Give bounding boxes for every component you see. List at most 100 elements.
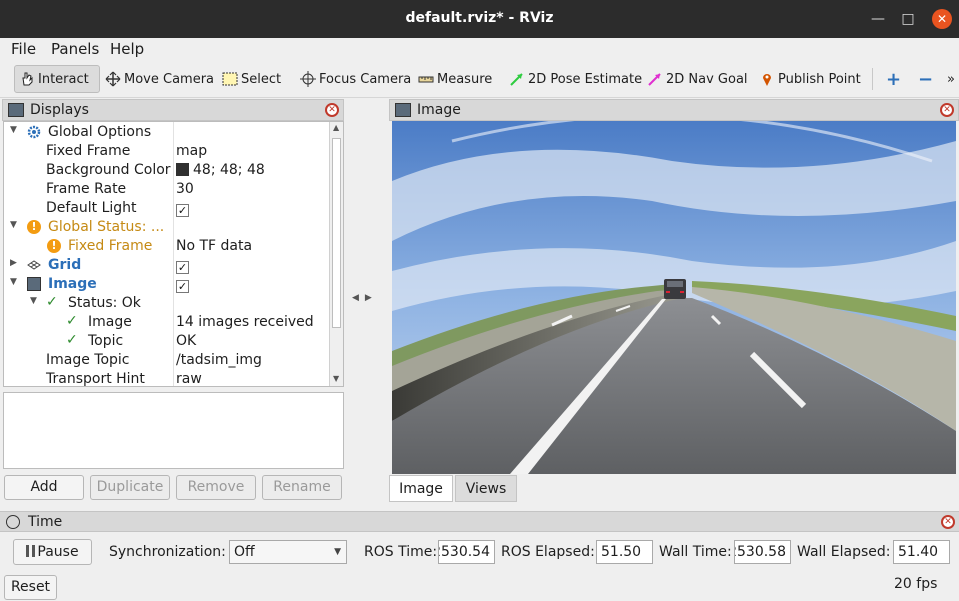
tree-row-status-fixed-frame[interactable]: ! Fixed Frame No TF data [4, 237, 331, 256]
wall-elapsed-label: Wall Elapsed: [797, 544, 891, 560]
status-image-value: 14 images received [176, 314, 314, 330]
transport-hint-value[interactable]: raw [176, 371, 202, 386]
pause-icon [26, 545, 36, 557]
checkmark-icon: ✓ [66, 332, 78, 348]
focus-camera-tool-button[interactable]: Focus Camera [296, 65, 415, 93]
add-button[interactable]: Add [4, 475, 84, 500]
background-color-text: 48; 48; 48 [193, 162, 265, 178]
publish-point-icon [759, 71, 775, 87]
measure-tool-label: Measure [437, 71, 493, 87]
status-image-label: Image [88, 314, 132, 330]
synchronization-value: Off [234, 544, 255, 560]
focus-camera-tool-label: Focus Camera [319, 71, 412, 87]
tree-row-global-options[interactable]: ▼ Global Options [4, 123, 331, 142]
toolbar-overflow-button[interactable]: » [943, 65, 959, 93]
tree-row-status-topic[interactable]: ✓ Topic OK [4, 332, 331, 351]
tree-row-grid[interactable]: ▶ Grid ✓ [4, 256, 331, 275]
select-tool-button[interactable]: Select [218, 65, 285, 93]
menu-panels[interactable]: Panels [51, 40, 99, 58]
transport-hint-label: Transport Hint [46, 371, 145, 387]
tree-row-fixed-frame[interactable]: Fixed Frame map [4, 142, 331, 161]
minimize-icon[interactable]: — [868, 9, 888, 29]
tree-row-transport-hint[interactable]: Transport Hint raw [4, 370, 331, 387]
time-panel-close-icon[interactable]: ✕ [941, 515, 955, 529]
expand-arrow-icon[interactable]: ▼ [30, 296, 37, 306]
default-light-label: Default Light [46, 200, 137, 216]
maximize-icon[interactable]: □ [898, 9, 918, 29]
displays-panel-header: Displays ✕ [2, 99, 344, 121]
synchronization-label: Synchronization: [109, 544, 226, 560]
image-panel-close-icon[interactable]: ✕ [940, 103, 954, 117]
toolbar-separator [872, 68, 873, 90]
tree-row-status-ok[interactable]: ▼ ✓ Status: Ok [4, 294, 331, 313]
displays-close-icon[interactable]: ✕ [325, 103, 339, 117]
chevron-down-icon: ▼ [334, 547, 341, 557]
image-topic-value[interactable]: /tadsim_img [176, 352, 262, 368]
ros-elapsed-field[interactable]: 51.50 [596, 540, 653, 564]
status-fixed-frame-label: Fixed Frame [68, 238, 153, 254]
scroll-up-icon[interactable]: ▲ [333, 123, 339, 132]
pose-estimate-tool-button[interactable]: 2D Pose Estimate [505, 65, 646, 93]
duplicate-button[interactable]: Duplicate [90, 475, 170, 500]
nav-goal-tool-button[interactable]: 2D Nav Goal [643, 65, 752, 93]
ros-time-field[interactable]: 2530.54 [438, 540, 495, 564]
wall-time-label: Wall Time: [659, 544, 732, 560]
default-light-checkbox[interactable]: ✓ [176, 202, 189, 218]
synchronization-select[interactable]: Off ▼ [229, 540, 347, 564]
collapse-arrow-icon[interactable]: ▶ [10, 258, 17, 268]
measure-tool-button[interactable]: Measure [414, 65, 496, 93]
tree-row-frame-rate[interactable]: Frame Rate 30 [4, 180, 331, 199]
menu-help[interactable]: Help [110, 40, 144, 58]
pose-estimate-icon [509, 71, 525, 87]
grid-checkbox[interactable]: ✓ [176, 259, 189, 275]
move-camera-tool-button[interactable]: Move Camera [101, 65, 218, 93]
checkmark-icon: ✓ [66, 313, 78, 329]
time-panel-title: Time [28, 513, 63, 530]
status-ok-label: Status: Ok [68, 295, 141, 311]
camera-image-view[interactable] [392, 121, 956, 474]
grid-icon [27, 258, 41, 272]
tree-row-global-status[interactable]: ▼ ! Global Status: ... [4, 218, 331, 237]
background-color-value[interactable]: 48; 48; 48 [176, 162, 265, 178]
warning-icon: ! [47, 239, 61, 253]
close-icon[interactable]: ✕ [932, 9, 952, 29]
warning-icon: ! [27, 220, 41, 234]
tab-views[interactable]: Views [455, 475, 517, 502]
frame-rate-label: Frame Rate [46, 181, 127, 197]
tree-row-default-light[interactable]: Default Light ✓ [4, 199, 331, 218]
expand-arrow-icon[interactable]: ▼ [10, 220, 17, 230]
panel-splitter-handle[interactable]: ◀▶ [352, 293, 378, 303]
fixed-frame-label: Fixed Frame [46, 143, 131, 159]
remove-button[interactable]: Remove [176, 475, 256, 500]
displays-scrollbar[interactable]: ▲ ▼ [329, 122, 343, 386]
reset-button[interactable]: Reset [4, 575, 57, 600]
remove-tool-button[interactable]: − [914, 65, 937, 93]
interact-tool-button[interactable]: Interact [14, 65, 100, 93]
scrollbar-thumb[interactable] [332, 138, 341, 328]
scroll-down-icon[interactable]: ▼ [333, 374, 339, 383]
fixed-frame-value[interactable]: map [176, 143, 207, 159]
background-color-label: Background Color [46, 162, 171, 178]
tree-row-image[interactable]: ▼ Image ✓ [4, 275, 331, 294]
rename-button[interactable]: Rename [262, 475, 342, 500]
wall-elapsed-field[interactable]: 51.40 [893, 540, 950, 564]
tree-row-status-image[interactable]: ✓ Image 14 images received [4, 313, 331, 332]
tree-row-background-color[interactable]: Background Color 48; 48; 48 [4, 161, 331, 180]
pause-button-label: Pause [37, 544, 79, 560]
tab-image[interactable]: Image [389, 475, 453, 502]
displays-tree[interactable]: ▼ Global Options Fixed Frame map Backgro… [3, 121, 344, 387]
expand-arrow-icon[interactable]: ▼ [10, 125, 17, 135]
expand-arrow-icon[interactable]: ▼ [10, 277, 17, 287]
publish-point-tool-button[interactable]: Publish Point [755, 65, 865, 93]
ros-elapsed-label: ROS Elapsed: [501, 544, 595, 560]
wall-time-field[interactable]: 2530.58 [734, 540, 791, 564]
ros-elapsed-value: 51.50 [601, 544, 642, 560]
frame-rate-value[interactable]: 30 [176, 181, 194, 197]
image-checkbox[interactable]: ✓ [176, 278, 189, 294]
pause-button[interactable]: Pause [13, 539, 92, 565]
nav-goal-tool-label: 2D Nav Goal [666, 71, 748, 87]
add-tool-button[interactable]: + [882, 65, 905, 93]
pose-estimate-tool-label: 2D Pose Estimate [528, 71, 643, 87]
menu-file[interactable]: File [11, 40, 36, 58]
tree-row-image-topic[interactable]: Image Topic /tadsim_img [4, 351, 331, 370]
